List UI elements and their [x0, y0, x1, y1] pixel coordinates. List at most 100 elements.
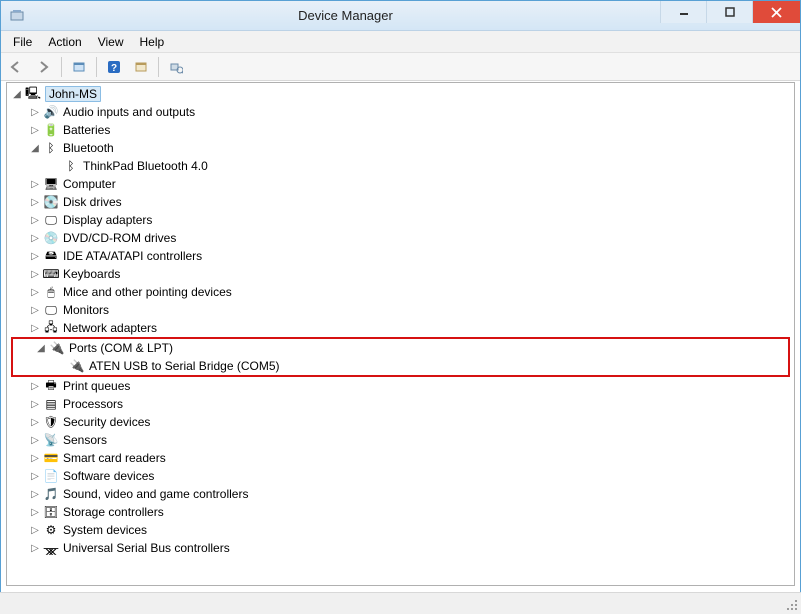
tree-node-label: Batteries	[63, 123, 110, 137]
tree-node[interactable]: ▷▤ Processors	[7, 395, 794, 413]
expander-icon[interactable]: ▷	[29, 380, 41, 392]
expander-icon[interactable]: ▷	[29, 268, 41, 280]
bluetooth-icon: ᛒ	[43, 140, 59, 156]
expander-icon[interactable]: ▷	[29, 178, 41, 190]
tree-node-label: Bluetooth	[63, 141, 114, 155]
tree-node-label: Processors	[63, 397, 123, 411]
expander-icon[interactable]: ◢	[11, 88, 23, 100]
expander-icon[interactable]: ▷	[29, 232, 41, 244]
disk-icon: 💽	[43, 194, 59, 210]
minimize-button[interactable]	[660, 1, 706, 23]
display-icon: 🖵	[43, 212, 59, 228]
tree-node[interactable]: ▷🔋 Batteries	[7, 121, 794, 139]
tree-node[interactable]: ▷📡Sensors	[7, 431, 794, 449]
tree-node[interactable]: ▷🖵Monitors	[7, 301, 794, 319]
network-icon: 🖧	[43, 320, 59, 336]
expander-icon[interactable]: ▷	[29, 322, 41, 334]
tree-node-label: Smart card readers	[63, 451, 166, 465]
expander-icon[interactable]: ▷	[29, 542, 41, 554]
keyboard-icon: ⌨	[43, 266, 59, 282]
tree-node[interactable]: ▷⌨ Keyboards	[7, 265, 794, 283]
toolbar-separator	[158, 57, 159, 77]
properties-button[interactable]	[129, 56, 153, 78]
tree-node-label: Print queues	[63, 379, 130, 393]
expander-icon[interactable]: ▷	[29, 452, 41, 464]
tree-node[interactable]: ◢🔌 Ports (COM & LPT)	[13, 339, 788, 357]
tree-root-node[interactable]: ◢🖳John-MS	[7, 85, 794, 103]
expander-spacer	[49, 160, 61, 172]
tree-node[interactable]: ▷🖶Print queues	[7, 377, 794, 395]
expander-icon[interactable]: ▷	[29, 304, 41, 316]
resize-grip-icon[interactable]	[785, 598, 799, 612]
tree-node-label: Network adapters	[63, 321, 157, 335]
toolbar: ?	[1, 53, 800, 81]
tree-node[interactable]: ▷🖥Computer	[7, 175, 794, 193]
expander-icon[interactable]: ▷	[29, 416, 41, 428]
toolbar-separator	[61, 57, 62, 77]
tree-node[interactable]: ▷🖧 Network adapters	[7, 319, 794, 337]
expander-icon[interactable]: ▷	[29, 506, 41, 518]
menu-action[interactable]: Action	[40, 33, 89, 51]
scan-hardware-button[interactable]	[164, 56, 188, 78]
expander-icon[interactable]: ▷	[29, 286, 41, 298]
speaker-icon: 🔊	[43, 104, 59, 120]
expander-icon[interactable]: ▷	[29, 214, 41, 226]
tree-node-label: Mice and other pointing devices	[63, 285, 232, 299]
tree-node[interactable]: ▷🔊Audio inputs and outputs	[7, 103, 794, 121]
software-icon: 📄	[43, 468, 59, 484]
device-tree-panel[interactable]: ◢🖳John-MS▷🔊Audio inputs and outputs▷🔋Bat…	[6, 82, 795, 586]
port-icon: 🔌	[49, 340, 65, 356]
statusbar	[0, 592, 801, 614]
shield-icon: 🛡	[43, 414, 59, 430]
tree-node-label: Disk drives	[63, 195, 122, 209]
cd-icon: 💿	[43, 230, 59, 246]
tree-node-label: Keyboards	[63, 267, 120, 281]
nav-forward-button[interactable]	[32, 56, 56, 78]
expander-icon[interactable]: ▷	[29, 196, 41, 208]
expander-icon[interactable]: ◢	[35, 342, 47, 354]
svg-text:?: ?	[111, 63, 117, 74]
tree-node-label: Ports (COM & LPT)	[69, 341, 173, 355]
expander-icon[interactable]: ▷	[29, 106, 41, 118]
window-title: Device Manager	[31, 8, 660, 23]
tree-node[interactable]: ▷ᚘUniversal Serial Bus controllers	[7, 539, 794, 557]
tree-node[interactable]: ▷🎵Sound, video and game controllers	[7, 485, 794, 503]
tree-node[interactable]: ᛒThinkPad Bluetooth 4.0	[7, 157, 794, 175]
expander-icon[interactable]: ▷	[29, 470, 41, 482]
expander-icon[interactable]: ▷	[29, 124, 41, 136]
tree-node[interactable]: ▷⚙System devices	[7, 521, 794, 539]
close-button[interactable]	[752, 1, 800, 23]
nav-back-button[interactable]	[5, 56, 29, 78]
port-icon: 🔌	[69, 358, 85, 374]
tree-node[interactable]: ▷💿DVD/CD-ROM drives	[7, 229, 794, 247]
tree-node[interactable]: ▷🖵Display adapters	[7, 211, 794, 229]
tree-node[interactable]: ▷🗄 Storage controllers	[7, 503, 794, 521]
expander-icon[interactable]: ◢	[29, 142, 41, 154]
storage-icon: 🗄	[43, 504, 59, 520]
tree-node[interactable]: 🔌ATEN USB to Serial Bridge (COM5)	[13, 357, 788, 375]
cpu-icon: ▤	[43, 396, 59, 412]
tree-node-label: Storage controllers	[63, 505, 164, 519]
system-icon: ⚙	[43, 522, 59, 538]
show-hidden-button[interactable]	[67, 56, 91, 78]
tree-node[interactable]: ▷🖴IDE ATA/ATAPI controllers	[7, 247, 794, 265]
tree-node[interactable]: ▷💳Smart card readers	[7, 449, 794, 467]
menu-file[interactable]: File	[5, 33, 40, 51]
battery-icon: 🔋	[43, 122, 59, 138]
tree-node[interactable]: ▷💽 Disk drives	[7, 193, 794, 211]
expander-icon[interactable]: ▷	[29, 250, 41, 262]
tree-node[interactable]: ▷🛡Security devices	[7, 413, 794, 431]
menu-help[interactable]: Help	[132, 33, 173, 51]
tree-node-label: ThinkPad Bluetooth 4.0	[83, 159, 208, 173]
maximize-button[interactable]	[706, 1, 752, 23]
expander-icon[interactable]: ▷	[29, 398, 41, 410]
tree-node[interactable]: ▷📄Software devices	[7, 467, 794, 485]
tree-node-label: Universal Serial Bus controllers	[63, 541, 230, 555]
expander-icon[interactable]: ▷	[29, 434, 41, 446]
expander-icon[interactable]: ▷	[29, 524, 41, 536]
menu-view[interactable]: View	[90, 33, 132, 51]
tree-node[interactable]: ▷🖱Mice and other pointing devices	[7, 283, 794, 301]
tree-node[interactable]: ◢ᛒ Bluetooth	[7, 139, 794, 157]
help-button[interactable]: ?	[102, 56, 126, 78]
expander-icon[interactable]: ▷	[29, 488, 41, 500]
